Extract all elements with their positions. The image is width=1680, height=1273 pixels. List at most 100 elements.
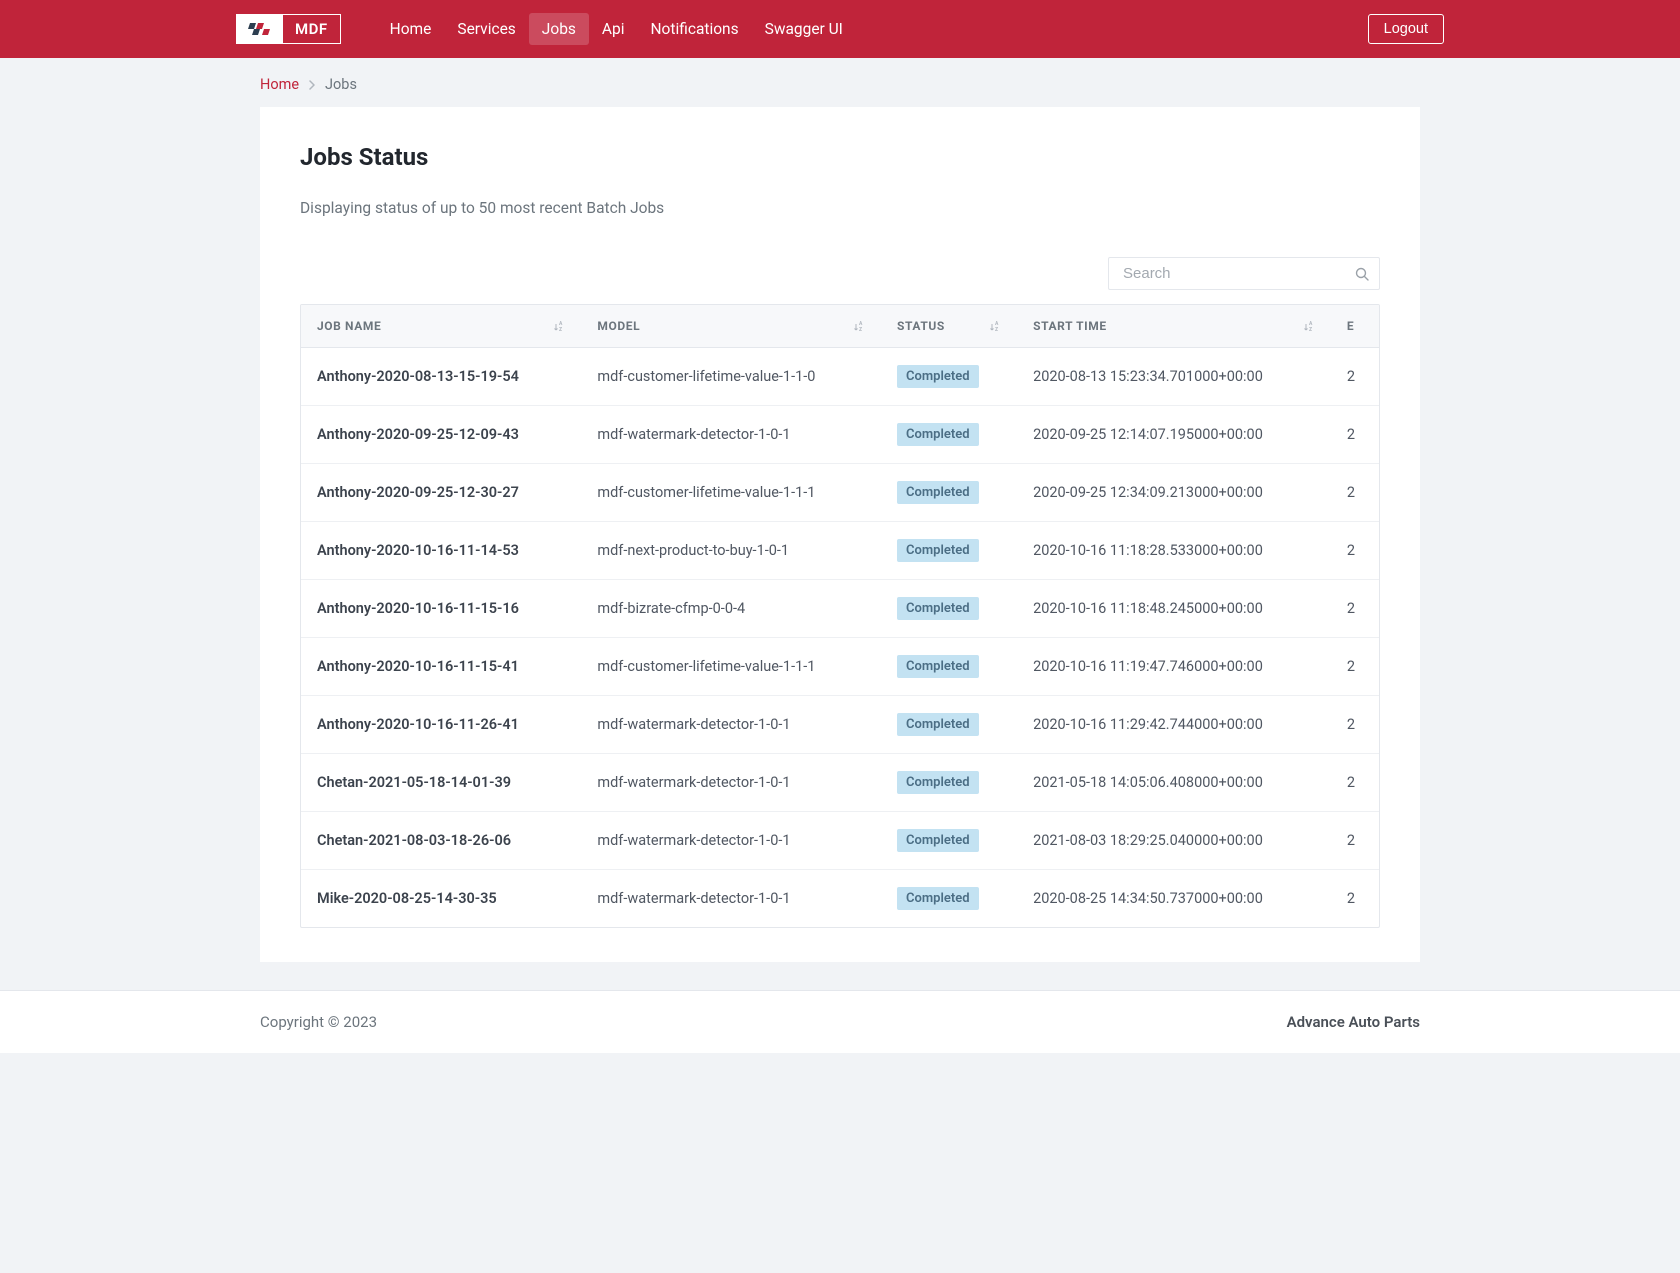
cell-start-time: 2021-08-03 18:29:25.040000+00:00 [1017, 812, 1331, 870]
cell-status: Completed [881, 406, 1017, 464]
jobs-table-wrapper: JOB NAME AZ MODEL AZ [300, 304, 1380, 928]
cell-model: mdf-customer-lifetime-value-1-1-0 [581, 348, 881, 406]
cell-start-time: 2020-09-25 12:34:09.213000+00:00 [1017, 464, 1331, 522]
cell-model: mdf-bizrate-cfmp-0-0-4 [581, 580, 881, 638]
col-start-time[interactable]: START TIME AZ [1017, 305, 1331, 348]
nav-link-swagger-ui[interactable]: Swagger UI [752, 13, 856, 45]
status-badge: Completed [897, 365, 979, 388]
cell-model: mdf-watermark-detector-1-0-1 [581, 696, 881, 754]
status-badge: Completed [897, 713, 979, 736]
cell-start-time: 2020-08-25 14:34:50.737000+00:00 [1017, 870, 1331, 928]
cell-start-time: 2020-10-16 11:19:47.746000+00:00 [1017, 638, 1331, 696]
svg-text:Z: Z [859, 327, 863, 332]
cell-start-time: 2020-10-16 11:29:42.744000+00:00 [1017, 696, 1331, 754]
page-subtitle: Displaying status of up to 50 most recen… [300, 199, 1380, 217]
table-row: Anthony-2020-10-16-11-14-53mdf-next-prod… [301, 522, 1379, 580]
cell-start-time: 2020-10-16 11:18:28.533000+00:00 [1017, 522, 1331, 580]
cell-end-time: 2 [1331, 522, 1379, 580]
cell-end-time: 2 [1331, 348, 1379, 406]
cell-model: mdf-customer-lifetime-value-1-1-1 [581, 638, 881, 696]
cell-job-name: Anthony-2020-10-16-11-15-41 [301, 638, 581, 696]
cell-job-name: Anthony-2020-10-16-11-15-16 [301, 580, 581, 638]
table-row: Anthony-2020-10-16-11-15-16mdf-bizrate-c… [301, 580, 1379, 638]
col-status-label: STATUS [897, 319, 945, 333]
status-badge: Completed [897, 539, 979, 562]
sort-icon: AZ [853, 320, 865, 332]
col-job-name[interactable]: JOB NAME AZ [301, 305, 581, 348]
status-badge: Completed [897, 655, 979, 678]
cell-end-time: 2 [1331, 812, 1379, 870]
status-badge: Completed [897, 423, 979, 446]
brand-flag-icon [237, 15, 283, 43]
col-start-time-label: START TIME [1033, 319, 1107, 333]
cell-start-time: 2020-09-25 12:14:07.195000+00:00 [1017, 406, 1331, 464]
cell-model: mdf-next-product-to-buy-1-0-1 [581, 522, 881, 580]
top-navbar: MDF HomeServicesJobsApiNotificationsSwag… [0, 0, 1680, 58]
footer-copyright: Copyright © 2023 [260, 1013, 377, 1031]
brand-logo[interactable]: MDF [236, 14, 341, 44]
nav-link-notifications[interactable]: Notifications [638, 13, 752, 45]
sort-icon: AZ [1303, 320, 1315, 332]
cell-status: Completed [881, 754, 1017, 812]
cell-status: Completed [881, 638, 1017, 696]
cell-model: mdf-customer-lifetime-value-1-1-1 [581, 464, 881, 522]
col-end-time[interactable]: E [1331, 305, 1379, 348]
status-badge: Completed [897, 597, 979, 620]
cell-status: Completed [881, 696, 1017, 754]
cell-job-name: Anthony-2020-10-16-11-26-41 [301, 696, 581, 754]
cell-start-time: 2021-05-18 14:05:06.408000+00:00 [1017, 754, 1331, 812]
cell-end-time: 2 [1331, 464, 1379, 522]
cell-status: Completed [881, 580, 1017, 638]
cell-model: mdf-watermark-detector-1-0-1 [581, 870, 881, 928]
cell-model: mdf-watermark-detector-1-0-1 [581, 406, 881, 464]
nav-link-api[interactable]: Api [589, 13, 638, 45]
sort-icon: AZ [553, 320, 565, 332]
cell-job-name: Anthony-2020-09-25-12-09-43 [301, 406, 581, 464]
table-row: Anthony-2020-09-25-12-30-27mdf-customer-… [301, 464, 1379, 522]
breadcrumb-home[interactable]: Home [260, 76, 299, 93]
breadcrumb: Home Jobs [236, 58, 1444, 107]
status-badge: Completed [897, 829, 979, 852]
cell-end-time: 2 [1331, 696, 1379, 754]
status-badge: Completed [897, 481, 979, 504]
search-input[interactable] [1108, 257, 1380, 290]
nav-link-services[interactable]: Services [444, 13, 528, 45]
cell-end-time: 2 [1331, 406, 1379, 464]
table-row: Anthony-2020-09-25-12-09-43mdf-watermark… [301, 406, 1379, 464]
col-status[interactable]: STATUS AZ [881, 305, 1017, 348]
svg-text:Z: Z [1309, 327, 1313, 332]
search-box [1108, 257, 1380, 290]
cell-status: Completed [881, 812, 1017, 870]
cell-job-name: Chetan-2021-05-18-14-01-39 [301, 754, 581, 812]
cell-model: mdf-watermark-detector-1-0-1 [581, 812, 881, 870]
cell-job-name: Chetan-2021-08-03-18-26-06 [301, 812, 581, 870]
col-job-name-label: JOB NAME [317, 319, 381, 333]
col-end-time-label: E [1347, 319, 1354, 333]
table-row: Anthony-2020-08-13-15-19-54mdf-customer-… [301, 348, 1379, 406]
table-row: Chetan-2021-05-18-14-01-39mdf-watermark-… [301, 754, 1379, 812]
svg-text:Z: Z [559, 327, 563, 332]
logout-button[interactable]: Logout [1368, 14, 1444, 44]
col-model[interactable]: MODEL AZ [581, 305, 881, 348]
cell-status: Completed [881, 870, 1017, 928]
footer: Copyright © 2023 Advance Auto Parts [0, 990, 1680, 1053]
col-model-label: MODEL [597, 319, 640, 333]
cell-status: Completed [881, 348, 1017, 406]
table-row: Mike-2020-08-25-14-30-35mdf-watermark-de… [301, 870, 1379, 928]
cell-job-name: Anthony-2020-09-25-12-30-27 [301, 464, 581, 522]
cell-status: Completed [881, 522, 1017, 580]
nav-link-home[interactable]: Home [377, 13, 445, 45]
table-row: Anthony-2020-10-16-11-15-41mdf-customer-… [301, 638, 1379, 696]
cell-start-time: 2020-08-13 15:23:34.701000+00:00 [1017, 348, 1331, 406]
footer-company: Advance Auto Parts [1287, 1013, 1420, 1031]
brand-text: MDF [283, 20, 340, 38]
sort-icon: AZ [989, 320, 1001, 332]
nav-link-jobs[interactable]: Jobs [529, 13, 589, 45]
cell-job-name: Anthony-2020-10-16-11-14-53 [301, 522, 581, 580]
cell-end-time: 2 [1331, 580, 1379, 638]
jobs-table: JOB NAME AZ MODEL AZ [301, 305, 1379, 927]
cell-status: Completed [881, 464, 1017, 522]
cell-end-time: 2 [1331, 870, 1379, 928]
nav-links: HomeServicesJobsApiNotificationsSwagger … [377, 13, 856, 45]
page-title: Jobs Status [300, 143, 1380, 171]
